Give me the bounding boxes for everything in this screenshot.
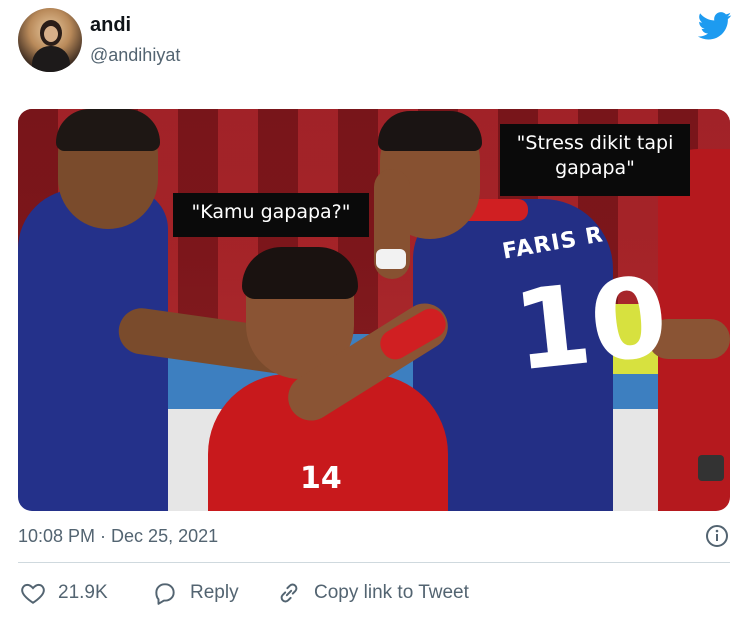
shirt-number: 10 — [507, 252, 674, 396]
link-icon — [280, 583, 298, 603]
copy-link-label: Copy link to Tweet — [314, 582, 469, 603]
copy-link-button[interactable]: Copy link to Tweet — [276, 578, 469, 608]
user-handle[interactable]: @andihiyat — [90, 45, 180, 66]
right-player-wristband — [376, 249, 406, 269]
tweet-timestamp[interactable]: 10:08 PM · Dec 25, 2021 — [18, 526, 218, 547]
shirt-number-middle: 14 — [300, 461, 342, 496]
tweet-card: andi @andihiyat FARIS R 10 14 "Kamu gapa… — [0, 0, 750, 618]
like-count: 21.9K — [58, 582, 108, 603]
twitter-bird-icon[interactable] — [698, 12, 732, 40]
display-name[interactable]: andi — [90, 14, 131, 37]
right-player-hair — [378, 111, 482, 151]
reply-label: Reply — [190, 582, 239, 603]
tweet-image[interactable]: FARIS R 10 14 "Kamu gapapa?" "Stress dik… — [18, 109, 730, 511]
meme-caption-right: "Stress dikit tapi gapapa" — [500, 124, 690, 196]
heart-icon — [21, 583, 45, 604]
avatar-body — [32, 46, 70, 72]
info-icon[interactable] — [705, 524, 729, 548]
avatar-face — [44, 26, 58, 42]
reply-button[interactable]: Reply — [152, 578, 239, 608]
middle-player-hair — [242, 247, 358, 299]
divider — [18, 562, 730, 563]
reply-bubble-icon — [155, 583, 175, 605]
like-button[interactable]: 21.9K — [20, 578, 108, 608]
avatar[interactable] — [18, 8, 82, 72]
meme-caption-left: "Kamu gapapa?" — [173, 193, 369, 237]
media-badge-icon — [698, 455, 724, 481]
left-player-hair — [56, 109, 160, 151]
